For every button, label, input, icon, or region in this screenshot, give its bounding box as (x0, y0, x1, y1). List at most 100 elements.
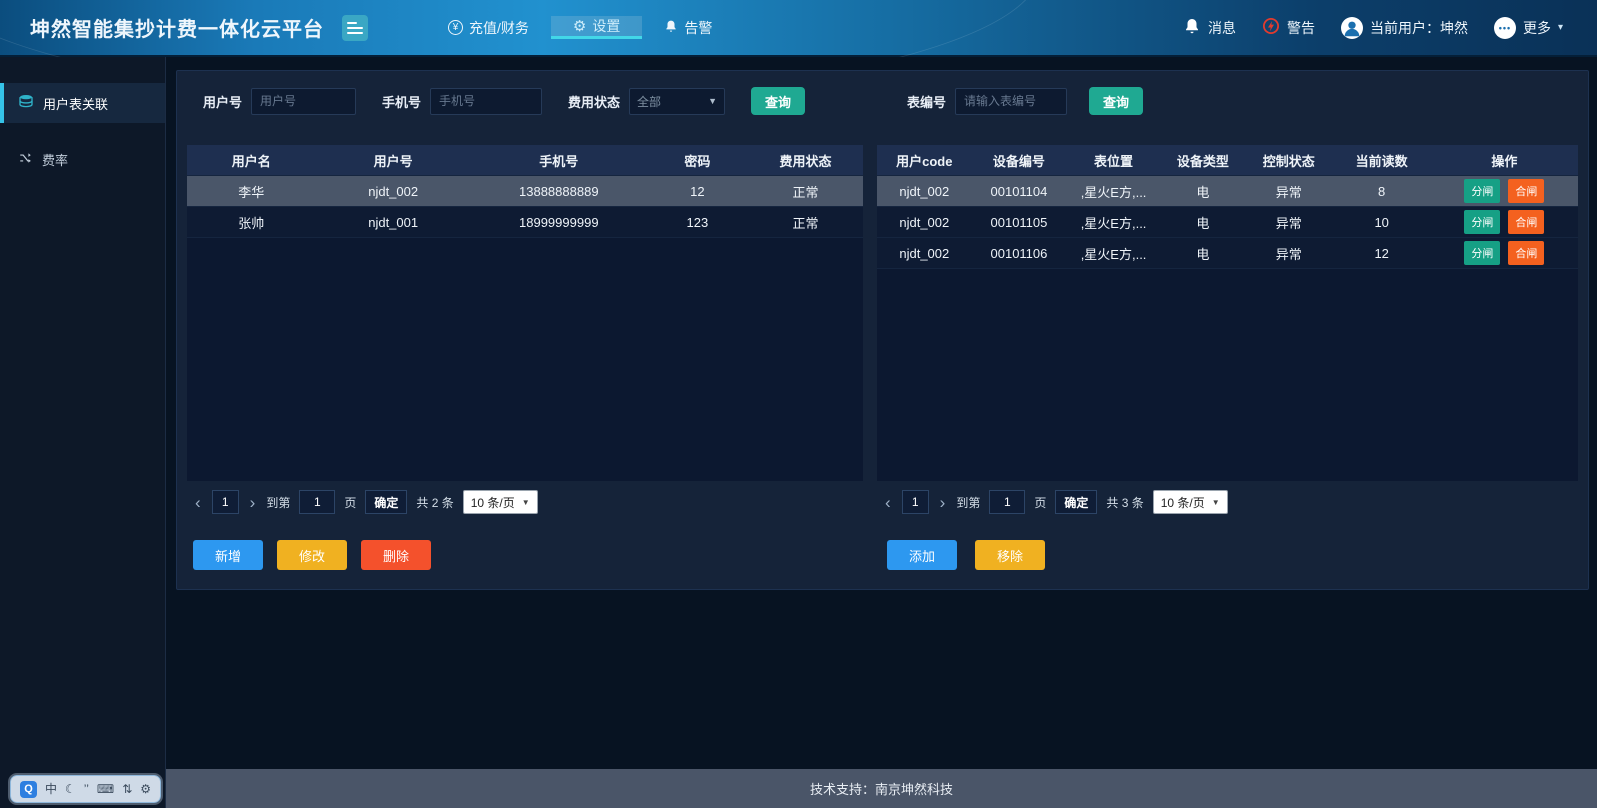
edit-user-button[interactable]: 修改 (277, 540, 347, 570)
add-meter-button[interactable]: 添加 (887, 540, 957, 570)
warning-icon (1262, 17, 1280, 38)
tab-settings[interactable]: ⚙ 设置 (551, 16, 642, 39)
cell-username: 李华 (187, 182, 315, 201)
dropdown-arrow-icon: ▼ (522, 498, 530, 507)
close-switch-button[interactable]: 合闸 (1508, 210, 1544, 234)
goto-confirm-button[interactable]: 确定 (365, 490, 407, 514)
open-switch-button[interactable]: 分闸 (1464, 179, 1500, 203)
table-row[interactable]: njdt_002 00101106 ,星火E方,... 电 异常 12 分闸 合… (877, 238, 1578, 269)
cell-operations: 分闸 合闸 (1431, 179, 1578, 203)
table-row[interactable]: 李华 njdt_002 13888888889 12 正常 (187, 176, 863, 207)
navbar-right: 消息 警告 当前用户：坤然 ••• 更多 ▾ (1169, 0, 1597, 55)
messages-button[interactable]: 消息 (1183, 17, 1236, 39)
tab-recharge-finance[interactable]: ¥ 充值/财务 (426, 16, 551, 39)
user-meter-panel: 用户号 手机号 费用状态 全部 ▼ 查询 (176, 70, 1589, 590)
wrench-icon[interactable]: ⚙ (140, 783, 151, 795)
add-user-button[interactable]: 新增 (193, 540, 263, 570)
ime-toolbar: Q 中 ☾ ’’ ⌨ ⇅ ⚙ (10, 775, 161, 803)
close-switch-button[interactable]: 合闸 (1508, 179, 1544, 203)
open-switch-button[interactable]: 分闸 (1464, 210, 1500, 234)
shuffle-icon (18, 151, 33, 168)
meters-table: 用户code 设备编号 表位置 设备类型 控制状态 当前读数 操作 njdt_0… (877, 145, 1578, 481)
current-user[interactable]: 当前用户：坤然 (1341, 17, 1468, 39)
gear-icon: ⚙ (573, 19, 586, 34)
fee-status-value: 全部 (637, 93, 661, 110)
alerts-label: 警告 (1287, 18, 1315, 38)
menu-toggle-button[interactable] (342, 15, 368, 41)
punctuation-icon[interactable]: ’’ (84, 783, 89, 795)
col-header: 控制状态 (1245, 151, 1333, 170)
phone-input[interactable] (430, 88, 542, 115)
cell-user-code: njdt_002 (877, 184, 972, 199)
page-number[interactable]: 1 (902, 490, 929, 514)
chevron-right-icon[interactable]: › (938, 494, 948, 511)
messages-label: 消息 (1208, 18, 1236, 38)
cell-fee-status: 正常 (748, 213, 863, 232)
goto-page-input[interactable] (299, 490, 335, 514)
page-number[interactable]: 1 (212, 490, 239, 514)
col-header: 密码 (647, 151, 748, 170)
page-unit-label: 页 (1034, 494, 1046, 511)
alerts-button[interactable]: 警告 (1262, 17, 1315, 38)
close-switch-button[interactable]: 合闸 (1508, 241, 1544, 265)
bell-icon (664, 19, 678, 37)
cell-meter-location: ,星火E方,... (1066, 244, 1161, 263)
users-table: 用户名 用户号 手机号 密码 费用状态 李华 njdt_002 13888888… (187, 145, 863, 481)
cell-device-no: 00101106 (972, 246, 1067, 261)
total-count-label: 共 2 条 (416, 494, 453, 511)
meters-filter-bar: 表编号 查询 (877, 87, 1578, 115)
page-size-select[interactable]: 10 条/页 ▼ (463, 490, 538, 514)
chevron-left-icon[interactable]: ‹ (883, 494, 893, 511)
chevron-left-icon[interactable]: ‹ (193, 494, 203, 511)
col-header: 设备编号 (972, 151, 1067, 170)
moon-icon[interactable]: ☾ (65, 783, 76, 795)
user-no-input[interactable] (251, 88, 356, 115)
meter-no-input[interactable] (955, 88, 1067, 115)
total-count-label: 共 3 条 (1106, 494, 1143, 511)
table-row[interactable]: 张帅 njdt_001 18999999999 123 正常 (187, 207, 863, 238)
cell-current-reading: 10 (1333, 215, 1431, 230)
main-content: 用户号 手机号 费用状态 全部 ▼ 查询 (166, 57, 1597, 808)
delete-user-button[interactable]: 删除 (361, 540, 431, 570)
open-switch-button[interactable]: 分闸 (1464, 241, 1500, 265)
cell-meter-location: ,星火E方,... (1066, 213, 1161, 232)
table-row[interactable]: njdt_002 00101105 ,星火E方,... 电 异常 10 分闸 合… (877, 207, 1578, 238)
keyboard-icon[interactable]: ⌨ (97, 783, 114, 795)
col-header: 表位置 (1066, 151, 1161, 170)
current-user-label: 当前用户：坤然 (1370, 18, 1468, 38)
goto-label: 到第 (266, 494, 290, 511)
ime-logo-icon[interactable]: Q (20, 781, 37, 798)
users-query-button[interactable]: 查询 (751, 87, 805, 115)
more-menu-button[interactable]: ••• 更多 ▾ (1494, 17, 1563, 39)
sidebar-item-user-meter-link[interactable]: 用户表关联 (0, 83, 165, 123)
users-filter-bar: 用户号 手机号 费用状态 全部 ▼ 查询 (187, 87, 863, 115)
cell-fee-status: 正常 (748, 182, 863, 201)
cell-current-reading: 8 (1333, 184, 1431, 199)
sidebar-item-rate[interactable]: 费率 (0, 139, 165, 179)
dropdown-arrow-icon: ▼ (1212, 498, 1220, 507)
ime-lang-icon[interactable]: 中 (45, 783, 57, 795)
col-header: 费用状态 (748, 151, 863, 170)
page-size-select[interactable]: 10 条/页 ▼ (1153, 490, 1228, 514)
table-row[interactable]: njdt_002 00101104 ,星火E方,... 电 异常 8 分闸 合闸 (877, 176, 1578, 207)
cell-device-type: 电 (1161, 182, 1245, 201)
fee-status-select[interactable]: 全部 ▼ (629, 88, 725, 115)
remove-meter-button[interactable]: 移除 (975, 540, 1045, 570)
goto-confirm-button[interactable]: 确定 (1055, 490, 1097, 514)
meters-query-button[interactable]: 查询 (1089, 87, 1143, 115)
cell-password: 123 (647, 215, 748, 230)
cell-device-no: 00101104 (972, 184, 1067, 199)
cell-current-reading: 12 (1333, 246, 1431, 261)
goto-page-input[interactable] (989, 490, 1025, 514)
users-actions: 新增 修改 删除 (187, 540, 863, 570)
cell-user-no: njdt_002 (315, 184, 470, 199)
chevron-right-icon[interactable]: › (248, 494, 258, 511)
cell-meter-location: ,星火E方,... (1066, 182, 1161, 201)
cell-user-no: njdt_001 (315, 215, 470, 230)
app-window: 坤然智能集抄计费一体化云平台 ¥ 充值/财务 ⚙ 设置 告警 (0, 0, 1597, 808)
tab-alarm[interactable]: 告警 (642, 16, 734, 39)
cell-password: 12 (647, 184, 748, 199)
size-toggle-icon[interactable]: ⇅ (122, 783, 132, 795)
user-no-label: 用户号 (203, 92, 242, 111)
top-navbar: 坤然智能集抄计费一体化云平台 ¥ 充值/财务 ⚙ 设置 告警 (0, 0, 1597, 57)
